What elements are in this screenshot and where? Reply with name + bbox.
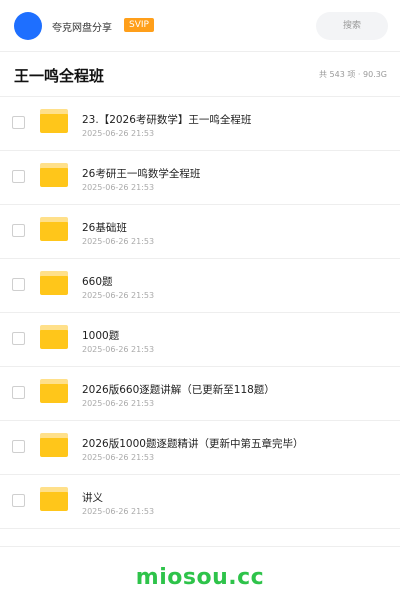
file-name[interactable]: 2026版660逐题讲解（已更新至118题） [82, 382, 275, 397]
svip-badge: SVIP [124, 18, 154, 32]
row-checkbox[interactable] [12, 278, 25, 291]
file-date: 2025-06-26 21:53 [82, 453, 155, 462]
folder-icon [40, 109, 68, 133]
file-name[interactable]: 2026版1000题逐题精讲（更新中第五章完毕） [82, 436, 303, 451]
folder-icon [40, 487, 68, 511]
footer: miosou.cc [0, 546, 400, 600]
folder-icon [40, 379, 68, 403]
file-date: 2025-06-26 21:53 [82, 291, 155, 300]
folder-icon [40, 433, 68, 457]
row-checkbox[interactable] [12, 494, 25, 507]
row-checkbox[interactable] [12, 170, 25, 183]
file-date: 2025-06-26 21:53 [82, 129, 155, 138]
row-checkbox[interactable] [12, 332, 25, 345]
folder-icon [40, 163, 68, 187]
row-checkbox[interactable] [12, 224, 25, 237]
file-list: 23.【2026考研数学】王一鸣全程班 2025-06-26 21:53 26考… [0, 97, 400, 529]
file-row[interactable]: 23.【2026考研数学】王一鸣全程班 2025-06-26 21:53 [0, 97, 400, 151]
app-name: 夸克网盘分享 [52, 23, 112, 34]
brand-watermark: miosou.cc [135, 565, 265, 590]
file-summary: 共 543 项 · 90.3G [319, 70, 387, 79]
file-row[interactable]: 讲义 2025-06-26 21:53 [0, 475, 400, 529]
page-title: 王一鸣全程班 [14, 67, 105, 85]
file-date: 2025-06-26 21:53 [82, 237, 155, 246]
file-name[interactable]: 1000题 [82, 328, 119, 343]
file-date: 2025-06-26 21:53 [82, 399, 155, 408]
title-bar: 王一鸣全程班 共 543 项 · 90.3G [0, 52, 400, 97]
file-name[interactable]: 26基础班 [82, 220, 127, 235]
row-checkbox[interactable] [12, 440, 25, 453]
file-row[interactable]: 1000题 2025-06-26 21:53 [0, 313, 400, 367]
search-input[interactable] [316, 12, 388, 40]
top-header: 夸克网盘分享 SVIP [0, 0, 400, 52]
file-date: 2025-06-26 21:53 [82, 345, 155, 354]
file-row[interactable]: 26基础班 2025-06-26 21:53 [0, 205, 400, 259]
file-row[interactable]: 26考研王一鸣数学全程班 2025-06-26 21:53 [0, 151, 400, 205]
file-name[interactable]: 660题 [82, 274, 113, 289]
file-row[interactable]: 2026版1000题逐题精讲（更新中第五章完毕） 2025-06-26 21:5… [0, 421, 400, 475]
row-checkbox[interactable] [12, 386, 25, 399]
folder-icon [40, 217, 68, 241]
folder-icon [40, 271, 68, 295]
file-name[interactable]: 26考研王一鸣数学全程班 [82, 166, 200, 181]
file-date: 2025-06-26 21:53 [82, 183, 155, 192]
row-checkbox[interactable] [12, 116, 25, 129]
folder-icon [40, 325, 68, 349]
file-row[interactable]: 660题 2025-06-26 21:53 [0, 259, 400, 313]
file-name[interactable]: 23.【2026考研数学】王一鸣全程班 [82, 112, 251, 127]
file-name[interactable]: 讲义 [82, 490, 103, 505]
file-row[interactable]: 2026版660逐题讲解（已更新至118题） 2025-06-26 21:53 [0, 367, 400, 421]
avatar[interactable] [14, 12, 42, 40]
file-date: 2025-06-26 21:53 [82, 507, 155, 516]
